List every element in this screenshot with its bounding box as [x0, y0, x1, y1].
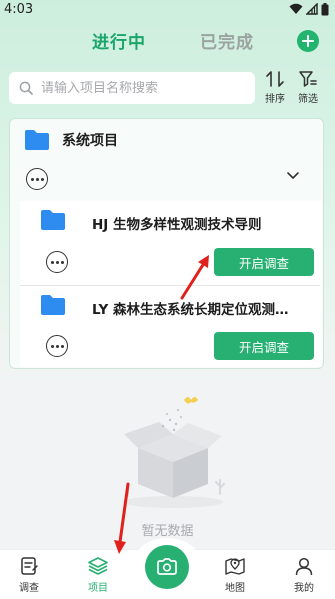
dot: [60, 344, 64, 348]
dot: [55, 344, 59, 348]
camera-button[interactable]: [145, 545, 189, 589]
annotation-arrow: [114, 482, 130, 554]
camera-icon: [157, 558, 177, 575]
tabbar-label: 我的: [294, 583, 314, 594]
project-list: HJ 生物多样性观测技术导则 开启调查 LY 森林生态系统长期定位观测… 开启调…: [20, 201, 322, 367]
status-time: 4:03: [4, 1, 34, 17]
project-more-button[interactable]: [46, 335, 68, 357]
group-header[interactable]: 系统项目: [24, 129, 118, 151]
chevron-down-icon[interactable]: [286, 171, 300, 181]
add-project-button[interactable]: [297, 30, 319, 52]
tabbar-item-project[interactable]: 项目: [78, 556, 118, 594]
sort-icon: [266, 71, 284, 87]
sort-button[interactable]: 排序: [262, 70, 288, 105]
dot: [50, 344, 54, 348]
top-tabs: 进行中 已完成: [0, 28, 335, 58]
folder-icon: [25, 130, 49, 150]
project-layers-icon: [88, 557, 108, 575]
map-pin-icon: [225, 558, 245, 575]
tabbar-label: 项目: [88, 583, 108, 594]
dot: [60, 260, 64, 264]
filter-icon: [299, 71, 317, 87]
tabbar-item-survey[interactable]: 调查: [9, 556, 49, 594]
survey-icon: [21, 557, 38, 575]
search-input[interactable]: [41, 80, 241, 96]
folder-icon: [41, 295, 65, 315]
divider: [20, 285, 320, 286]
empty-state-text: 暂无数据: [141, 524, 194, 539]
dot: [40, 177, 44, 181]
dot: [30, 177, 34, 181]
status-bar: 4:03: [0, 0, 335, 18]
tabbar-label: 调查: [19, 583, 39, 594]
group-more-button[interactable]: [26, 168, 48, 190]
profile-icon: [295, 557, 313, 576]
plus-icon: [302, 35, 314, 47]
folder-icon: [41, 210, 65, 230]
battery-icon: [321, 2, 329, 15]
tabbar-label: 地图: [225, 583, 245, 594]
start-survey-button[interactable]: 开启调查: [214, 332, 314, 360]
tab-in-progress[interactable]: 进行中: [92, 28, 146, 53]
search-icon: [19, 81, 33, 95]
wifi-icon: [289, 3, 303, 14]
sort-label: 排序: [265, 94, 285, 105]
project-title[interactable]: HJ 生物多样性观测技术导则: [92, 213, 320, 233]
dot: [50, 260, 54, 264]
filter-button[interactable]: 筛选: [295, 70, 321, 105]
tab-completed[interactable]: 已完成: [200, 28, 254, 53]
annotation-arrow: [180, 255, 209, 300]
project-group-card: 系统项目 HJ 生物多样性观测技术导则 开启调查 LY 森林生态系统长期定位观测…: [9, 118, 324, 369]
tabbar-item-map[interactable]: 地图: [215, 556, 255, 594]
cell-signal-icon: [306, 3, 318, 15]
dot: [55, 260, 59, 264]
dot: [35, 177, 39, 181]
search-bar[interactable]: [9, 72, 255, 104]
filter-label: 筛选: [298, 94, 318, 105]
tabbar-item-mine[interactable]: 我的: [284, 556, 324, 594]
project-more-button[interactable]: [46, 251, 68, 273]
status-icons: [289, 2, 329, 16]
start-survey-button[interactable]: 开启调查: [214, 248, 314, 276]
group-title: 系统项目: [62, 133, 118, 149]
